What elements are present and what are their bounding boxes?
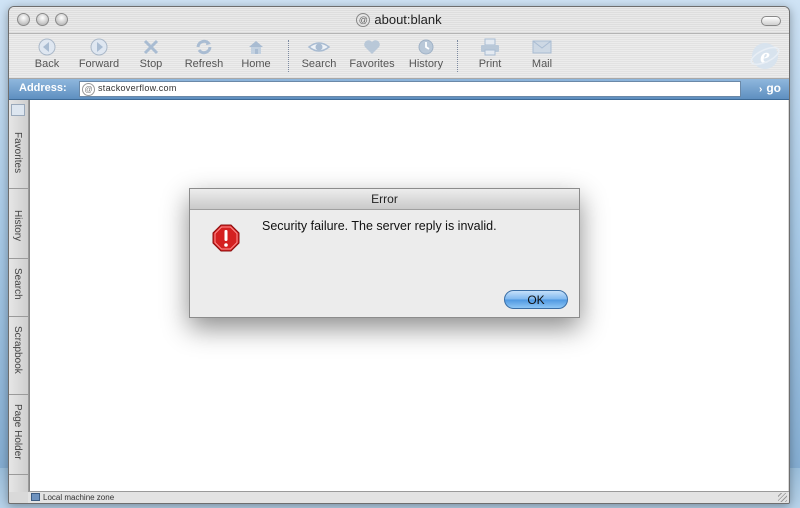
history-clock-icon [398, 36, 454, 58]
refresh-label: Refresh [184, 58, 224, 70]
explorer-sidebar: Favorites History Search Scrapbook Page … [9, 100, 29, 492]
home-button[interactable]: Home [228, 36, 284, 71]
home-label: Home [241, 58, 271, 70]
window-title-text: about:blank [374, 12, 442, 27]
dialog-message: Security failure. The server reply is in… [262, 219, 497, 233]
sidebar-grid-icon[interactable] [11, 104, 25, 116]
sidebar-tab-label: History [12, 210, 23, 242]
alert-stop-icon [212, 224, 240, 252]
stop-label: Stop [139, 58, 163, 70]
url-icon: @ [82, 83, 95, 96]
toolbar: Back Forward Stop Refresh Home Search Fa… [9, 34, 789, 79]
favorites-heart-icon [344, 36, 400, 58]
toolbar-separator [288, 40, 289, 72]
window-title: @ about:blank [9, 12, 789, 27]
home-icon [228, 36, 284, 58]
zone-text: Local machine zone [43, 493, 115, 502]
go-button[interactable]: › go [759, 81, 781, 95]
favorites-button[interactable]: Favorites [344, 36, 400, 71]
sidebar-tab-label: Page Holder [12, 404, 23, 460]
sidebar-tab-page-holder[interactable]: Page Holder [9, 400, 28, 475]
back-label: Back [34, 58, 60, 70]
sidebar-tab-scrapbook[interactable]: Scrapbook [9, 322, 28, 395]
mail-button[interactable]: Mail [514, 36, 570, 71]
search-button[interactable]: Search [291, 36, 347, 71]
back-button[interactable]: Back [19, 36, 75, 71]
internet-explorer-logo-icon: e [750, 43, 780, 69]
toolbar-separator [457, 40, 458, 72]
title-bar[interactable]: @ about:blank [9, 7, 789, 34]
address-bar: Address: @ stackoverflow.com › go [9, 79, 789, 100]
address-input[interactable]: @ stackoverflow.com [79, 81, 741, 97]
ok-button[interactable]: OK [504, 290, 568, 309]
go-arrow-icon: › [758, 84, 763, 95]
sidebar-tab-label: Search [12, 268, 23, 300]
stop-button[interactable]: Stop [123, 36, 179, 71]
resize-grip-icon[interactable] [778, 493, 787, 502]
address-url: stackoverflow.com [98, 83, 177, 93]
refresh-button[interactable]: Refresh [176, 36, 232, 71]
history-label: History [408, 58, 444, 70]
favorites-label: Favorites [349, 58, 395, 70]
print-label: Print [478, 58, 502, 70]
forward-button[interactable]: Forward [71, 36, 127, 71]
address-label: Address: [19, 82, 67, 94]
mail-icon [514, 36, 570, 58]
sidebar-tab-label: Scrapbook [12, 326, 23, 374]
history-button[interactable]: History [398, 36, 454, 71]
go-label: go [766, 81, 781, 95]
refresh-icon [176, 36, 232, 58]
search-eye-icon [291, 36, 347, 58]
mail-label: Mail [531, 58, 553, 70]
sidebar-tab-label: Favorites [12, 132, 23, 174]
page-icon: @ [356, 13, 371, 27]
forward-label: Forward [78, 58, 120, 70]
sidebar-tab-search[interactable]: Search [9, 264, 28, 317]
error-dialog: Error Security failure. The server reply… [189, 188, 580, 318]
forward-arrow-icon [71, 36, 127, 58]
print-button[interactable]: Print [462, 36, 518, 71]
dialog-title: Error [190, 189, 579, 210]
back-arrow-icon [19, 36, 75, 58]
search-label: Search [301, 58, 337, 70]
printer-icon [462, 36, 518, 58]
stop-x-icon [123, 36, 179, 58]
zone-icon [31, 493, 40, 501]
toolbar-toggle-button[interactable] [761, 16, 781, 26]
sidebar-tab-history[interactable]: History [9, 206, 28, 259]
sidebar-tab-favorites[interactable]: Favorites [9, 128, 28, 189]
status-bar: Local machine zone [28, 491, 789, 503]
